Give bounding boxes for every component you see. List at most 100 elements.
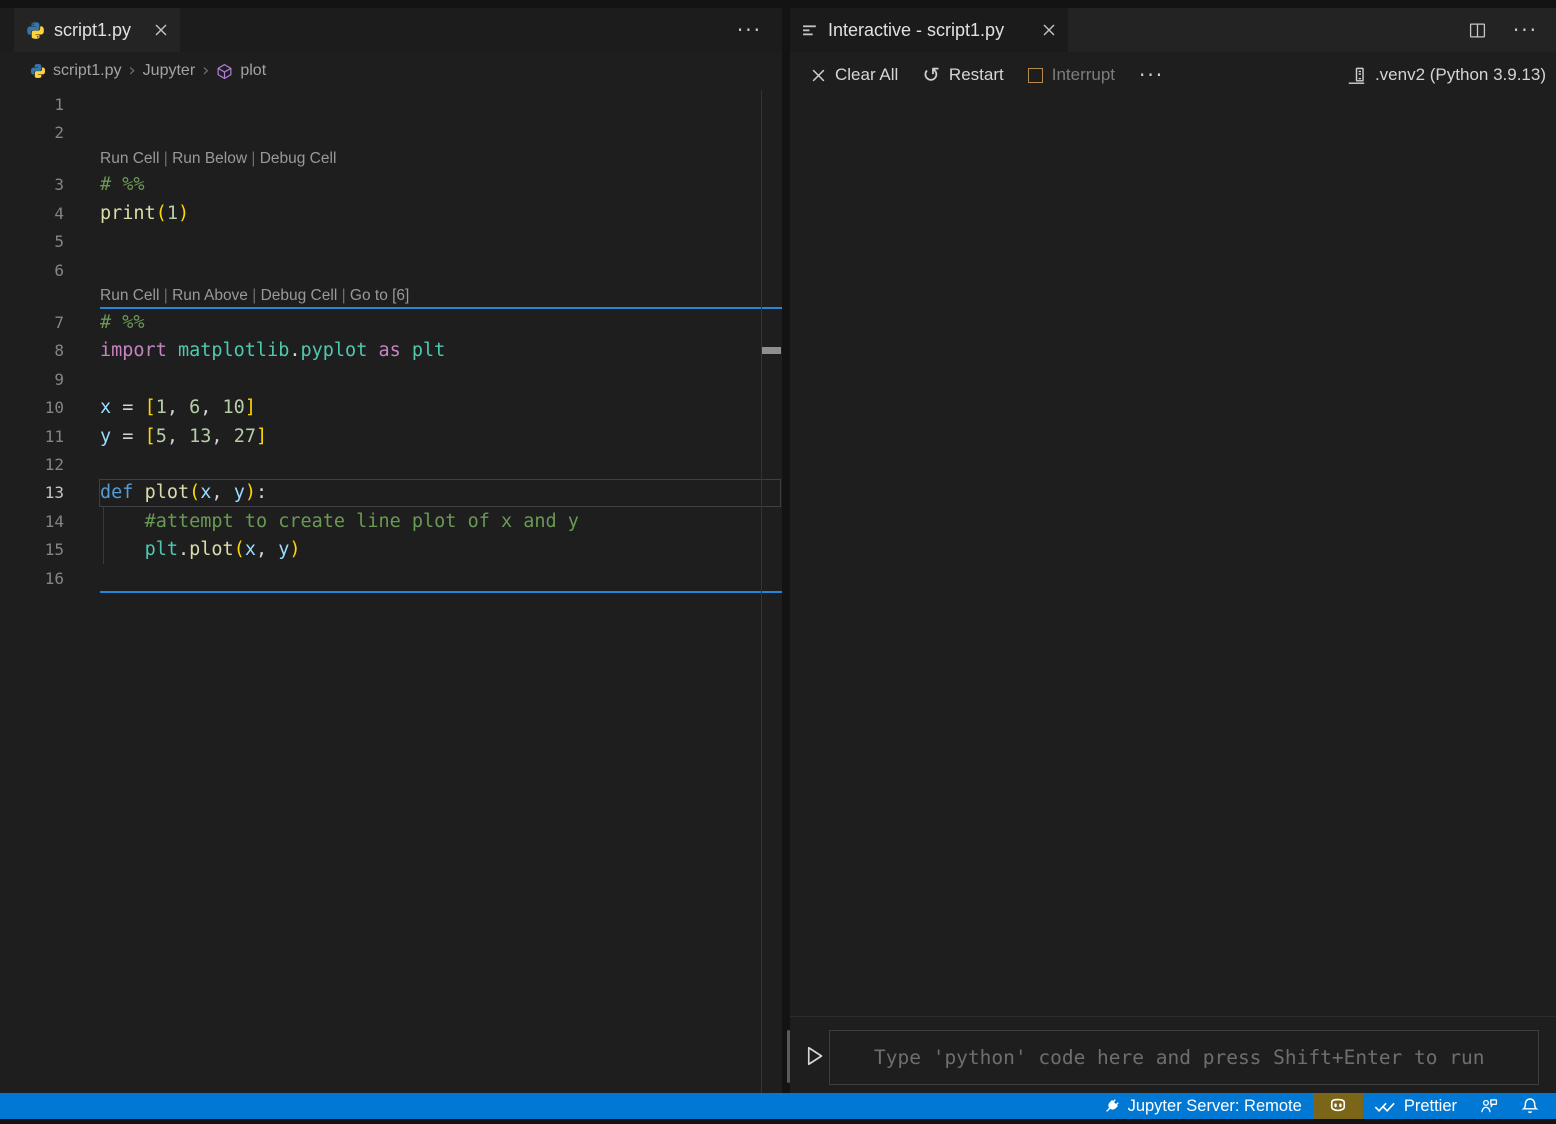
code-line[interactable]: 13def plot(x, y): <box>0 479 782 507</box>
code-line[interactable]: 3# %% <box>0 171 782 199</box>
clear-all-label: Clear All <box>835 65 898 85</box>
codelens-link[interactable]: Debug Cell <box>260 150 337 167</box>
code-token: 5 <box>156 426 167 447</box>
code-token: #attempt to create line plot of x and y <box>145 511 579 532</box>
code-input-box <box>829 1030 1539 1085</box>
codelens-separator: | <box>248 287 261 304</box>
code-token: [ <box>145 426 156 447</box>
code-token: ] <box>245 397 256 418</box>
close-icon[interactable] <box>1042 23 1056 37</box>
code-token: ( <box>189 482 200 503</box>
line-number: 4 <box>0 204 64 223</box>
code-line[interactable]: 8import matplotlib.pyplot as plt <box>0 337 782 365</box>
input-scroll-handle[interactable] <box>787 1030 790 1083</box>
code-token: 13 <box>189 426 211 447</box>
prettier-status[interactable]: Prettier <box>1363 1093 1468 1119</box>
line-number: 13 <box>0 483 64 502</box>
line-number: 8 <box>0 341 64 360</box>
overview-ruler-line <box>761 90 762 1093</box>
line-number: 5 <box>0 232 64 251</box>
code-token: = <box>122 397 144 418</box>
copilot-icon <box>1327 1096 1349 1116</box>
code-token: [ <box>145 397 156 418</box>
interrupt-button[interactable]: Interrupt <box>1019 61 1124 89</box>
codelens-separator: | <box>159 287 172 304</box>
code-editor[interactable]: 12Run Cell | Run Below | Debug Cell3# %%… <box>0 90 782 1093</box>
copilot-status[interactable] <box>1313 1093 1363 1119</box>
line-number: 9 <box>0 370 64 389</box>
code-token: plot <box>145 482 190 503</box>
window-top-strip <box>0 0 1556 8</box>
code-token: 1 <box>156 397 167 418</box>
more-actions-icon[interactable]: ··· <box>1513 18 1538 42</box>
vscode-window: script1.py ··· script1.py › Jupyter › <box>0 0 1556 1124</box>
tab-script1py[interactable]: script1.py <box>14 8 180 52</box>
code-line[interactable]: 6 <box>0 256 782 284</box>
plug-icon <box>1103 1098 1120 1115</box>
codelens-link[interactable]: Run Above <box>172 287 248 304</box>
code-line[interactable]: 10x = [1, 6, 10] <box>0 394 782 422</box>
breadcrumb-item-symbol[interactable]: plot <box>240 62 266 80</box>
code-line[interactable]: 5 <box>0 228 782 256</box>
code-line[interactable]: 1 <box>0 90 782 118</box>
code-token: plt <box>412 340 445 361</box>
code-line[interactable]: 4print(1) <box>0 199 782 227</box>
code-token: ) <box>245 482 256 503</box>
code-line[interactable]: 16 <box>0 564 782 592</box>
code-line[interactable]: 15 plt.plot(x, y) <box>0 535 782 563</box>
close-icon[interactable] <box>154 23 168 37</box>
code-token: ) <box>289 539 300 560</box>
run-code-button[interactable] <box>802 1043 826 1069</box>
restart-icon: ↺ <box>922 65 940 86</box>
code-line[interactable]: 12 <box>0 450 782 478</box>
interactive-window-icon <box>802 22 819 39</box>
code-line[interactable]: 14 #attempt to create line plot of x and… <box>0 507 782 535</box>
code-token: as <box>367 340 412 361</box>
codelens-link[interactable]: Run Below <box>172 150 247 167</box>
code-input[interactable] <box>830 1031 1538 1084</box>
code-token: import <box>100 340 178 361</box>
code-token: ( <box>156 203 167 224</box>
code-token: . <box>289 340 300 361</box>
code-token: 1 <box>167 203 178 224</box>
symbol-method-cube-icon <box>216 63 233 80</box>
code-token: ) <box>178 203 189 224</box>
notifications-bell-icon[interactable] <box>1510 1093 1550 1119</box>
code-token: y <box>100 426 122 447</box>
tab-interactive[interactable]: Interactive - script1.py <box>790 8 1068 52</box>
editor-group: script1.py ··· script1.py › Jupyter › <box>0 8 782 1093</box>
interactive-output-area <box>790 98 1556 1016</box>
interactive-window-group: Interactive - script1.py ··· Clear All <box>790 8 1556 1093</box>
toolbar-more-icon[interactable]: ··· <box>1130 59 1173 91</box>
jupyter-server-label: Jupyter Server: Remote <box>1128 1097 1302 1116</box>
line-number: 7 <box>0 313 64 332</box>
kernel-selector[interactable]: .venv2 (Python 3.9.13) <box>1347 65 1556 85</box>
feedback-button[interactable] <box>1468 1093 1510 1119</box>
editor-actions-more-icon[interactable]: ··· <box>737 18 782 42</box>
panel-splitter[interactable] <box>782 8 790 1093</box>
interactive-toolbar: Clear All ↺ Restart Interrupt ··· .venv2… <box>790 52 1556 98</box>
clear-all-button[interactable]: Clear All <box>802 61 907 89</box>
codelens-link[interactable]: Run Cell <box>100 287 159 304</box>
codelens-link[interactable]: Run Cell <box>100 150 159 167</box>
interrupt-square-icon <box>1028 68 1043 83</box>
breadcrumb-item-jupyter[interactable]: Jupyter <box>143 62 195 80</box>
code-token: ] <box>256 426 267 447</box>
codelens-link[interactable]: Debug Cell <box>261 287 338 304</box>
code-line[interactable]: 7# %% <box>0 308 782 336</box>
restart-button[interactable]: ↺ Restart <box>913 61 1012 90</box>
code-token: , <box>256 539 278 560</box>
code-line[interactable]: 11y = [5, 13, 27] <box>0 422 782 450</box>
code-line[interactable]: 9 <box>0 365 782 393</box>
line-number: 15 <box>0 540 64 559</box>
code-token: x <box>200 482 211 503</box>
jupyter-server-status[interactable]: Jupyter Server: Remote <box>1092 1093 1313 1119</box>
breadcrumb-item-file[interactable]: script1.py <box>53 62 121 80</box>
code-line[interactable]: 2 <box>0 118 782 146</box>
double-check-icon <box>1374 1099 1396 1114</box>
split-editor-icon[interactable] <box>1468 22 1487 39</box>
interactive-tab-bar: Interactive - script1.py ··· <box>790 8 1556 52</box>
codelens-link[interactable]: Go to [6] <box>350 287 409 304</box>
code-token: def <box>100 482 145 503</box>
code-token: x <box>100 397 122 418</box>
